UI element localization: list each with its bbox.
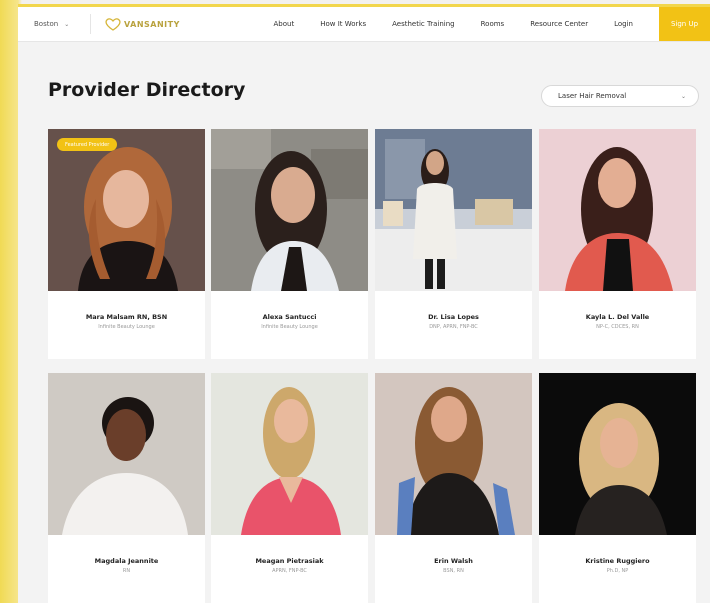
provider-credentials: Ph.D, NP bbox=[606, 568, 629, 574]
provider-photo bbox=[539, 373, 696, 535]
signup-button[interactable]: Sign Up bbox=[659, 7, 710, 41]
menu-rooms[interactable]: Rooms bbox=[481, 20, 505, 28]
menu-login[interactable]: Login bbox=[614, 20, 633, 28]
main-menu: About How It Works Aesthetic Training Ro… bbox=[274, 7, 710, 41]
provider-card[interactable]: Featured Provider Mara Malsam RN, BSN In… bbox=[48, 129, 205, 359]
provider-photo bbox=[211, 373, 368, 535]
city-selector[interactable]: Boston ⌄ bbox=[34, 20, 82, 28]
provider-card[interactable]: Erin Walsh BSN, RN bbox=[375, 373, 532, 603]
menu-aesthetic-training[interactable]: Aesthetic Training bbox=[392, 20, 455, 28]
provider-name: Kristine Ruggiero bbox=[585, 557, 650, 565]
provider-photo bbox=[539, 129, 696, 291]
provider-card[interactable]: Magdala Jeannite RN bbox=[48, 373, 205, 603]
provider-name: Mara Malsam RN, BSN bbox=[85, 313, 168, 321]
heart-logo-icon bbox=[105, 18, 121, 31]
provider-credentials: APRN, FNP-BC bbox=[272, 568, 307, 574]
chevron-down-icon: ⌄ bbox=[680, 92, 686, 100]
page-title: Provider Directory bbox=[48, 79, 246, 101]
service-filter-select[interactable]: Laser Hair Removal ⌄ bbox=[541, 85, 699, 107]
menu-how-it-works[interactable]: How It Works bbox=[320, 20, 366, 28]
top-nav: Boston ⌄ VANSANITY About How It Works Ae… bbox=[18, 7, 710, 42]
menu-about[interactable]: About bbox=[274, 20, 295, 28]
city-label: Boston bbox=[34, 20, 59, 28]
provider-photo bbox=[48, 373, 205, 535]
provider-card[interactable]: Kayla L. Del Valle NP-C, CDCES, RN bbox=[539, 129, 696, 359]
logo-text: VANSANITY bbox=[124, 19, 180, 29]
provider-photo bbox=[211, 129, 368, 291]
provider-photo bbox=[375, 129, 532, 291]
provider-name: Alexa Santucci bbox=[262, 313, 317, 321]
provider-credentials: DNP, APRN, FNP-BC bbox=[429, 324, 478, 330]
chevron-down-icon: ⌄ bbox=[64, 20, 70, 28]
provider-photo bbox=[375, 373, 532, 535]
provider-card[interactable]: Dr. Lisa Lopes DNP, APRN, FNP-BC bbox=[375, 129, 532, 359]
provider-name: Erin Walsh bbox=[434, 557, 473, 565]
provider-photo bbox=[48, 129, 205, 291]
provider-name: Magdala Jeannite bbox=[94, 557, 159, 565]
provider-credentials: BSN, RN bbox=[443, 568, 464, 574]
filter-value: Laser Hair Removal bbox=[558, 92, 627, 100]
provider-card[interactable]: Meagan Pietrasiak APRN, FNP-BC bbox=[211, 373, 368, 603]
featured-badge: Featured Provider bbox=[57, 138, 118, 151]
nav-divider bbox=[90, 14, 91, 34]
provider-name: Kayla L. Del Valle bbox=[585, 313, 650, 321]
provider-credentials: RN bbox=[122, 568, 131, 574]
provider-credentials: Infinite Beauty Lounge bbox=[261, 324, 318, 330]
logo[interactable]: VANSANITY bbox=[105, 17, 255, 31]
page: Boston ⌄ VANSANITY About How It Works Ae… bbox=[18, 4, 710, 603]
provider-card[interactable]: Alexa Santucci Infinite Beauty Lounge bbox=[211, 129, 368, 359]
provider-card[interactable]: Kristine Ruggiero Ph.D, NP bbox=[539, 373, 696, 603]
menu-resource-center[interactable]: Resource Center bbox=[530, 20, 588, 28]
provider-name: Meagan Pietrasiak bbox=[255, 557, 324, 565]
provider-name: Dr. Lisa Lopes bbox=[428, 313, 479, 321]
provider-credentials: NP-C, CDCES, RN bbox=[596, 324, 639, 330]
provider-credentials: Infinite Beauty Lounge bbox=[98, 324, 155, 330]
